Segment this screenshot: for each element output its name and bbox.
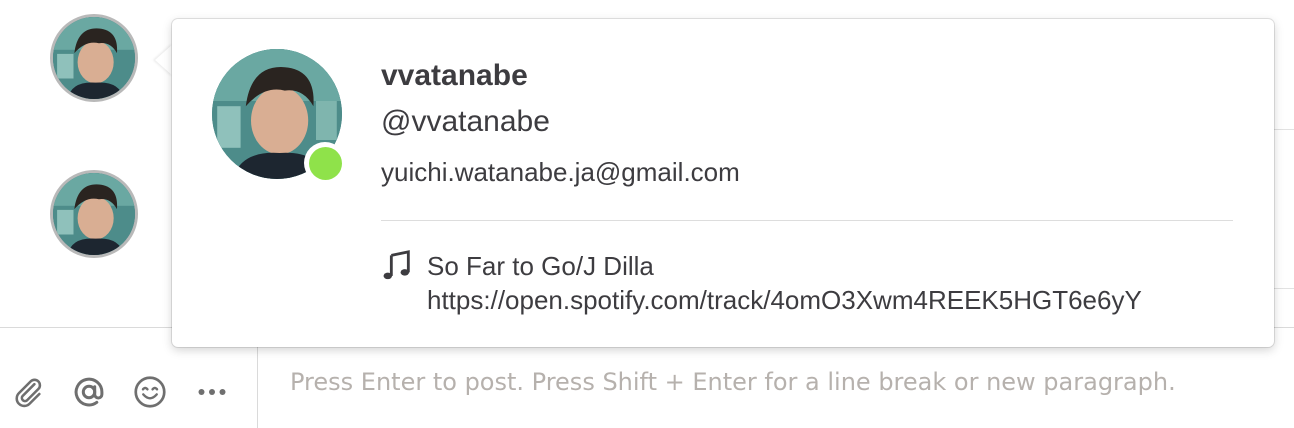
more-actions-button[interactable]: [194, 372, 230, 412]
user-avatar[interactable]: [50, 170, 138, 258]
mention-button[interactable]: [71, 372, 107, 412]
popover-arrow: [155, 44, 173, 76]
profile-username: @vvatanabe: [381, 105, 550, 138]
online-status-indicator: [304, 142, 346, 184]
message-separator: [1274, 288, 1294, 289]
custom-status-text: So Far to Go/J Dilla: [427, 251, 654, 281]
attachment-button[interactable]: [10, 372, 46, 412]
popover-divider: [381, 220, 1233, 221]
user-avatar[interactable]: [50, 14, 138, 102]
profile-popover: vvatanabe @vvatanabe yuichi.watanabe.ja@…: [172, 19, 1274, 347]
custom-status-link[interactable]: https://open.spotify.com/track/4omO3Xwm4…: [427, 285, 1142, 316]
emoji-button[interactable]: [132, 372, 168, 412]
message-separator: [1274, 129, 1294, 130]
avatar-photo: [53, 17, 135, 99]
paperclip-icon: [15, 378, 42, 408]
music-note-icon: [383, 250, 410, 280]
online-status-dot: [308, 146, 342, 180]
emoji-icon: [134, 376, 166, 408]
profile-display-name: vvatanabe: [381, 59, 528, 92]
profile-email[interactable]: yuichi.watanabe.ja@gmail.com: [381, 157, 740, 188]
more-dots-icon: [198, 389, 226, 395]
at-sign-icon: [74, 377, 104, 407]
avatar-photo: [53, 173, 135, 255]
message-input[interactable]: [290, 362, 1280, 402]
